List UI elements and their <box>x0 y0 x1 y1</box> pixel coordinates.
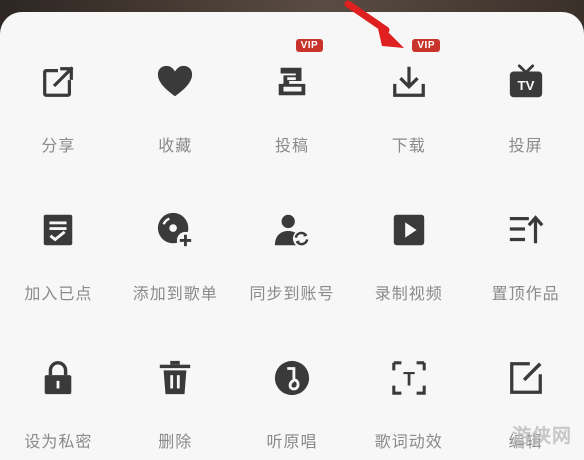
playlist-add-icon <box>155 210 195 250</box>
lyric-effect-icon: T <box>389 358 429 398</box>
svg-text:TV: TV <box>517 78 534 93</box>
record-video-label: 录制视频 <box>374 284 443 303</box>
download-label: 下载 <box>391 136 426 155</box>
share-icon <box>38 62 78 102</box>
share-label: 分享 <box>41 136 76 155</box>
add-to-queue-button[interactable]: 加入已点 <box>0 160 117 308</box>
record-video-button[interactable]: 录制视频 <box>350 160 467 308</box>
watermark: 游侠网 <box>511 425 572 447</box>
tv-cast-icon: TV <box>506 62 546 102</box>
queue-add-icon <box>38 210 78 250</box>
svg-text:T: T <box>403 370 415 391</box>
add-to-playlist-label: 添加到歌单 <box>132 284 218 303</box>
pin-to-top-button[interactable]: 置顶作品 <box>467 160 584 308</box>
original-song-button[interactable]: 听原唱 <box>234 308 351 460</box>
favorite-label: 收藏 <box>158 136 193 155</box>
submit-icon <box>272 62 312 102</box>
delete-label: 删除 <box>158 432 193 451</box>
lyric-effect-button[interactable]: T 歌词动效 <box>350 308 467 460</box>
account-sync-icon <box>272 210 312 250</box>
pin-top-icon <box>506 210 546 250</box>
vip-badge: VIP <box>412 39 441 52</box>
red-arrow-annotation <box>344 0 404 48</box>
add-to-playlist-button[interactable]: 添加到歌单 <box>117 160 234 308</box>
action-grid: 分享 收藏 VIP 投稿 VIP 下载 TV 投屏 加入已点 添加到歌单 同步到… <box>0 12 584 460</box>
set-private-label: 设为私密 <box>24 432 93 451</box>
lyric-effect-label: 歌词动效 <box>374 432 443 451</box>
sync-account-label: 同步到账号 <box>249 284 335 303</box>
set-private-button[interactable]: 设为私密 <box>0 308 117 460</box>
share-button[interactable]: 分享 <box>0 12 117 160</box>
add-to-queue-label: 加入已点 <box>24 284 93 303</box>
pin-to-top-label: 置顶作品 <box>491 284 560 303</box>
edit-icon <box>506 358 546 398</box>
original-song-icon <box>272 358 312 398</box>
submit-button[interactable]: VIP 投稿 <box>234 12 351 160</box>
cast-button[interactable]: TV 投屏 <box>467 12 584 160</box>
sync-account-button[interactable]: 同步到账号 <box>234 160 351 308</box>
cast-label: 投屏 <box>508 136 543 155</box>
delete-button[interactable]: 删除 <box>117 308 234 460</box>
vip-badge: VIP <box>295 39 324 52</box>
original-song-label: 听原唱 <box>266 432 318 451</box>
lock-icon <box>38 358 78 398</box>
record-video-icon <box>389 210 429 250</box>
heart-icon <box>155 62 195 102</box>
favorite-button[interactable]: 收藏 <box>117 12 234 160</box>
submit-label: 投稿 <box>274 136 309 155</box>
download-icon <box>389 62 429 102</box>
trash-icon <box>155 358 195 398</box>
